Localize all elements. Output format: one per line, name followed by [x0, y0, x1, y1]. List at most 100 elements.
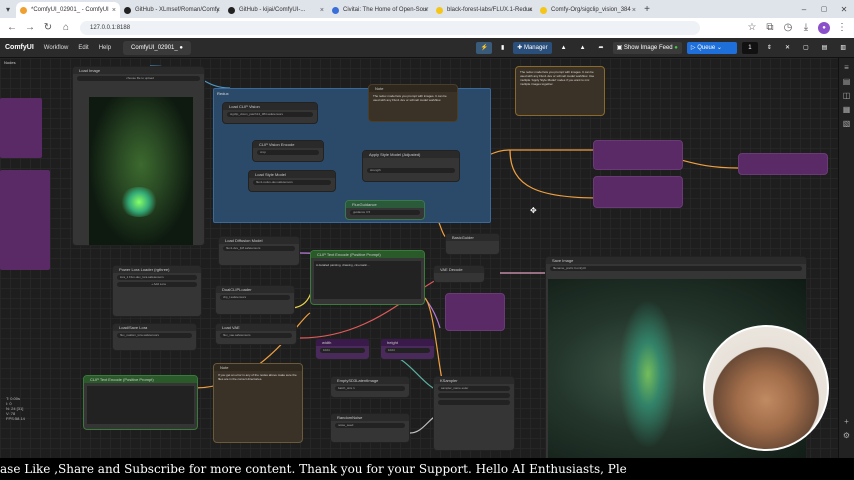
forward-icon[interactable]: → — [24, 22, 36, 34]
zoom-in-icon[interactable]: + — [843, 418, 851, 426]
browser-tab-github-1[interactable]: GitHub - XLmsef/Roman/Comfy × — [120, 2, 224, 18]
node-widget[interactable]: lora_1 Flux-dev_lora.safetensors — [117, 275, 197, 280]
node-flux-guidance[interactable]: FluxGuidance guidance 3.5 — [345, 200, 425, 220]
bookmark-icon[interactable]: ▮ — [497, 42, 508, 54]
node-note-bottom[interactable]: Note If you get an error in any of the n… — [213, 363, 303, 443]
node-widget[interactable]: sampler_name euler — [438, 386, 510, 391]
node-load-diffusion-model[interactable]: Load Diffusion Model flux1-dev_fp8.safet… — [218, 236, 300, 266]
cancel-icon[interactable]: ✕ — [781, 42, 794, 54]
close-icon[interactable]: × — [424, 7, 428, 14]
purple-note-left-2[interactable] — [0, 170, 50, 270]
maximize-icon[interactable]: ▢ — [814, 5, 834, 13]
browser-tab-civitai[interactable]: Civitai: The Home of Open-Sour × — [328, 2, 432, 18]
close-icon[interactable]: × — [216, 7, 220, 14]
node-note-top[interactable]: Note The redux model lets you prompt wit… — [368, 84, 458, 122]
workflow-tab[interactable]: ComfyUI_02901_ ● — [123, 40, 192, 55]
browser-tab-comfyui[interactable]: *ComfyUI_02901_ - ComfyUI × — [16, 2, 120, 18]
model-library-icon[interactable]: ◫ — [843, 92, 851, 100]
menu-workflow[interactable]: Workflow — [44, 45, 69, 51]
browser-tab-hf-redux[interactable]: black-forest-labs/FLUX.1-Redux × — [432, 2, 536, 18]
node-random-noise[interactable]: RandomNoise noise_seed — [330, 413, 410, 443]
queue-panel-icon[interactable]: ≡ — [843, 64, 851, 72]
prompt-textarea[interactable] — [87, 386, 194, 424]
node-vae-decode[interactable]: VAE Decode — [433, 265, 485, 283]
node-widget[interactable]: choose file to upload — [77, 76, 200, 81]
node-purple-right-1[interactable] — [593, 140, 683, 170]
reload-icon[interactable]: ↻ — [42, 22, 54, 34]
node-purple-right-3[interactable] — [738, 153, 828, 175]
node-widget[interactable]: batch_size 1 — [335, 386, 405, 391]
node-note-right[interactable]: The redux model lets you prompt with ima… — [515, 66, 605, 116]
node-widget-2[interactable] — [438, 393, 510, 398]
home-icon[interactable]: ⌂ — [60, 22, 72, 34]
window-close-icon[interactable]: ✕ — [834, 5, 854, 14]
node-widget[interactable]: sigclip_vision_patch14_384.safetensors — [227, 112, 313, 117]
panel-toggle-2-icon[interactable]: ▥ — [836, 42, 850, 54]
node-ksampler[interactable]: KSampler sampler_name euler — [433, 376, 515, 451]
node-widget[interactable]: filename_prefix ComfyUI — [550, 266, 802, 271]
node-load-vae[interactable]: Load VAE flux_vae.safetensors — [215, 323, 297, 345]
show-image-feed-button[interactable]: ▣ Show Image Feed ● — [612, 41, 682, 54]
browser-tab-github-2[interactable]: GitHub - kijai/ComfyUI-... × — [224, 2, 328, 18]
add-lora-button[interactable]: + Add Lora — [117, 282, 197, 287]
extensions-icon[interactable]: ⧉ — [764, 22, 776, 34]
node-purple-mid[interactable] — [445, 293, 505, 331]
model-2-icon[interactable]: ▲ — [576, 42, 590, 54]
node-widget[interactable]: 1024 — [320, 348, 365, 353]
node-power-lora-loader[interactable]: Power Lora Loader (rgthree) lora_1 Flux-… — [112, 265, 202, 317]
workflows-icon[interactable]: ▦ — [843, 106, 851, 114]
node-basic-guider[interactable]: BasicGuider — [445, 233, 500, 255]
model-icon[interactable]: ▲ — [557, 42, 571, 54]
download-icon[interactable]: ⤓ — [800, 22, 812, 34]
manager-button[interactable]: ✚ Manager — [513, 41, 552, 54]
queue-count-input[interactable]: 1 — [741, 41, 758, 54]
node-widget-3[interactable] — [438, 400, 510, 405]
node-widget[interactable]: clip_l.safetensors — [220, 295, 290, 300]
node-widget[interactable]: noise_seed — [335, 423, 405, 428]
queue-button[interactable]: ▷ Queue ⌄ — [686, 41, 737, 54]
node-width[interactable]: width 1024 — [315, 338, 370, 360]
node-widget[interactable]: crop — [257, 150, 319, 155]
node-widget[interactable]: flux_realism_lora.safetensors — [117, 333, 192, 338]
avatar[interactable]: ● — [818, 22, 830, 34]
settings-icon[interactable]: ⚙ — [843, 432, 851, 440]
node-load-lora[interactable]: Load/Save Lora flux_realism_lora.safeten… — [112, 323, 197, 351]
node-purple-right-2[interactable] — [593, 176, 683, 208]
close-icon[interactable]: × — [112, 7, 116, 14]
node-library-icon[interactable]: ▤ — [843, 78, 851, 86]
node-load-style-model[interactable]: Load Style Model flux1-redux-dev.safeten… — [248, 170, 336, 192]
panel-toggle-icon[interactable]: ▤ — [818, 42, 832, 54]
star-icon[interactable]: ☆ — [746, 22, 758, 34]
share-icon[interactable]: ➦ — [595, 42, 608, 54]
browser-tab-hf-sigclip[interactable]: Comfy-Org/sigclip_vision_384 × — [536, 2, 640, 18]
tab-list-icon[interactable]: ▾ — [0, 5, 16, 14]
menu-edit[interactable]: Edit — [78, 45, 88, 51]
node-dual-clip-loader[interactable]: DualCLIPLoader clip_l.safetensors — [215, 285, 295, 315]
close-icon[interactable]: × — [320, 7, 324, 14]
back-icon[interactable]: ← — [6, 22, 18, 34]
node-clip-text-encode-positive[interactable]: CLIP Text Encode (Positive Prompt) A det… — [310, 250, 425, 305]
purple-note-left-1[interactable] — [0, 98, 42, 158]
node-widget[interactable]: 1024 — [385, 348, 430, 353]
node-clip-vision-encode[interactable]: CLIP Vision Encode crop — [252, 140, 324, 162]
close-icon[interactable]: × — [528, 7, 532, 14]
menu-help[interactable]: Help — [99, 45, 111, 51]
node-apply-style-model[interactable]: Apply Style Model (Adjusted) strength — [362, 150, 460, 182]
prompt-textarea[interactable]: A detailed painting, drawing, cinematic.… — [314, 261, 421, 299]
new-tab-icon[interactable]: + — [640, 4, 654, 15]
history-icon[interactable]: ◷ — [782, 22, 794, 34]
comfy-icon-button[interactable]: ⚡ — [476, 41, 492, 54]
node-load-image[interactable]: Load Image choose file to upload — [72, 66, 205, 246]
node-widget[interactable]: strength — [367, 168, 455, 173]
node-widget[interactable]: guidance 3.5 — [350, 210, 420, 215]
node-height[interactable]: height 1024 — [380, 338, 435, 360]
window-icon[interactable]: ▢ — [799, 42, 813, 54]
node-widget[interactable]: flux_vae.safetensors — [220, 333, 292, 338]
templates-icon[interactable]: ▧ — [843, 120, 851, 128]
node-load-clip-vision[interactable]: Load CLIP Vision sigclip_vision_patch14_… — [222, 102, 318, 124]
minimize-icon[interactable]: – — [794, 5, 814, 14]
close-icon[interactable]: × — [632, 7, 636, 14]
url-input[interactable]: 127.0.0.1:8188 — [80, 21, 700, 35]
node-clip-text-encode-negative[interactable]: CLIP Text Encode (Positive Prompt) — [83, 375, 198, 430]
queue-stepper-icon[interactable]: ⇕ — [763, 42, 776, 54]
